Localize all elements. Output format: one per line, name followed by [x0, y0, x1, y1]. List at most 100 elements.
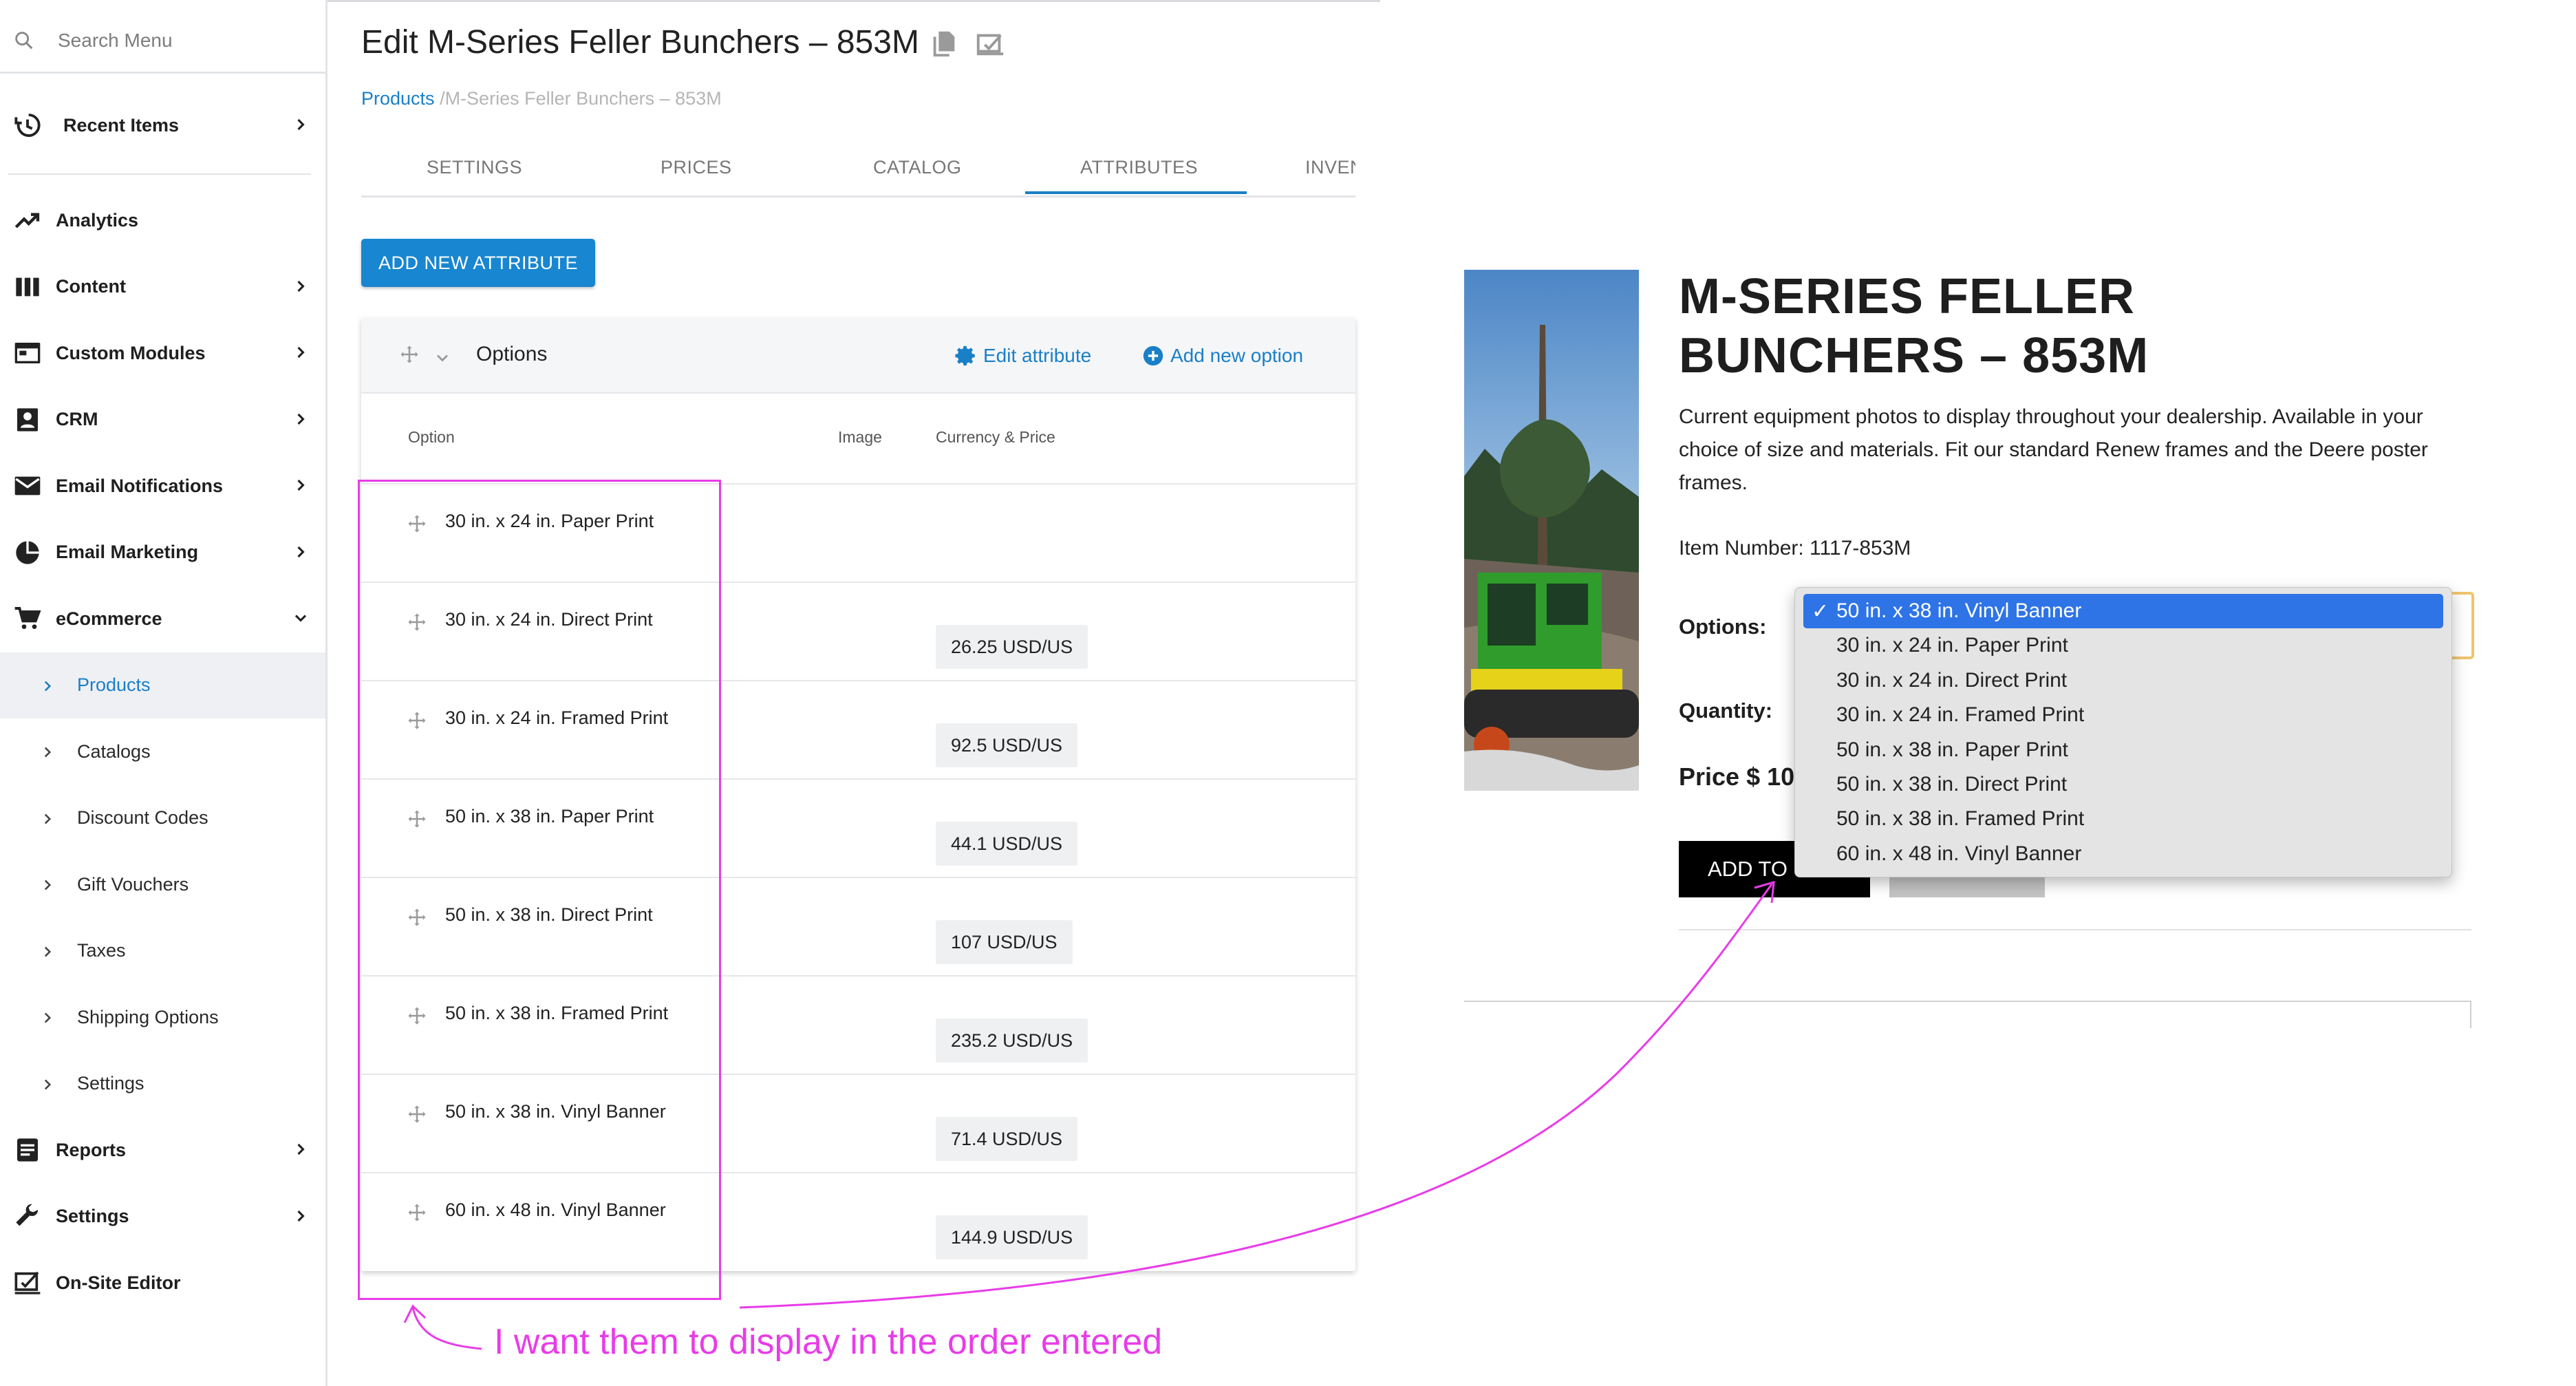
- drag-handle-icon[interactable]: [399, 344, 420, 365]
- dropdown-option-label: 50 in. x 38 in. Vinyl Banner: [1836, 599, 2082, 622]
- feller-buncher-photo: [1464, 270, 1639, 791]
- product-image: [1464, 270, 1639, 791]
- sidebar-subitem-label: Discount Codes: [77, 807, 208, 828]
- sidebar: Recent Items Analytics Content Custom Modu…: [0, 0, 328, 1386]
- chevron-right-icon: [297, 346, 305, 359]
- option-price: 26.25 USD/US: [936, 625, 1088, 669]
- sidebar-item-label: CRM: [56, 409, 98, 429]
- sidebar-item-label: Email Notifications: [56, 475, 224, 496]
- dropdown-option-label: 30 in. x 24 in. Direct Print: [1836, 668, 2068, 692]
- trending-up-icon: [14, 213, 40, 228]
- modules-icon: [14, 343, 41, 363]
- sidebar-subitem-settings[interactable]: Settings: [0, 1051, 325, 1117]
- chevron-right-icon: [44, 1012, 52, 1023]
- chevron-right-icon: [297, 118, 305, 131]
- dropdown-option[interactable]: 50 in. x 38 in. Framed Print: [1803, 802, 2443, 836]
- sidebar-item-reports[interactable]: Reports: [0, 1117, 325, 1183]
- gear-icon: [955, 345, 975, 366]
- chevron-right-icon: [297, 546, 305, 557]
- sidebar-subitem-label: Settings: [77, 1073, 144, 1094]
- annotation-curl-line: [411, 1307, 482, 1350]
- sidebar-item-settings[interactable]: Settings: [0, 1184, 325, 1250]
- dropdown-option[interactable]: 30 in. x 24 in. Framed Print: [1803, 698, 2443, 732]
- tab-settings[interactable]: SETTINGS: [427, 157, 522, 178]
- chevron-right-icon: [297, 479, 305, 491]
- preview-icon[interactable]: [974, 28, 1006, 59]
- sidebar-subitem-taxes[interactable]: Taxes: [0, 918, 325, 984]
- copy-icon[interactable]: [928, 28, 960, 59]
- sidebar-subitem-label: Catalogs: [77, 740, 151, 762]
- sidebar-item-email-notifications[interactable]: Email Notifications: [0, 453, 325, 519]
- columns-icon: [16, 277, 39, 296]
- dropdown-option-label: 30 in. x 24 in. Paper Print: [1836, 634, 2068, 657]
- sidebar-item-crm[interactable]: CRM: [0, 387, 325, 453]
- divider: [1679, 929, 2471, 930]
- column-header-currency-price: Currency & Price: [936, 428, 1055, 446]
- sidebar-subitem-products[interactable]: Products: [0, 652, 325, 718]
- sidebar-item-analytics[interactable]: Analytics: [0, 187, 325, 253]
- breadcrumb-products-link[interactable]: Products: [361, 88, 435, 109]
- add-new-attribute-button[interactable]: ADD NEW ATTRIBUTE: [361, 239, 595, 287]
- chevron-down-icon[interactable]: [433, 348, 452, 367]
- dropdown-option[interactable]: 60 in. x 48 in. Vinyl Banner: [1803, 837, 2443, 871]
- sidebar-item-ecommerce[interactable]: eCommerce: [0, 586, 325, 652]
- sidebar-item-email-marketing[interactable]: Email Marketing: [0, 520, 325, 586]
- product-title: M-SERIES FELLER BUNCHERS – 853M: [1679, 269, 2149, 383]
- annotation-highlight-box: [358, 480, 721, 1300]
- dropdown-option-label: 60 in. x 48 in. Vinyl Banner: [1836, 842, 2082, 865]
- dropdown-option[interactable]: ✓ 50 in. x 38 in. Vinyl Banner: [1803, 594, 2443, 628]
- editor-tabs: SETTINGS PRICES CATALOG ATTRIBUTES INVEN: [361, 140, 1355, 198]
- dropdown-option[interactable]: 50 in. x 38 in. Paper Print: [1803, 733, 2443, 767]
- tab-inventory[interactable]: INVEN: [1305, 157, 1355, 178]
- sidebar-item-custom-modules[interactable]: Custom Modules: [0, 320, 325, 386]
- option-price: 71.4 USD/US: [936, 1117, 1078, 1161]
- sidebar-subitem-gift-vouchers[interactable]: Gift Vouchers: [0, 851, 325, 917]
- sidebar-item-label: Reports: [56, 1139, 127, 1160]
- sidebar-item-label: Email Marketing: [56, 542, 199, 562]
- tab-catalog[interactable]: CATALOG: [873, 157, 962, 178]
- history-icon: [14, 114, 41, 137]
- divider-edge: [2470, 1001, 2471, 1028]
- options-dropdown: ✓ 50 in. x 38 in. Vinyl Banner 30 in. x 24…: [1794, 587, 2452, 877]
- sidebar-item-content[interactable]: Content: [0, 254, 325, 320]
- sidebar-subitem-shipping-options[interactable]: Shipping Options: [0, 984, 325, 1050]
- annotation-text: I want them to display in the order ente…: [494, 1322, 1163, 1362]
- option-price: 107 USD/US: [936, 920, 1073, 964]
- dropdown-option[interactable]: 30 in. x 24 in. Paper Print: [1803, 628, 2443, 663]
- page-title: Edit M-Series Feller Bunchers – 853M: [361, 24, 919, 61]
- sidebar-item-on-site-editor[interactable]: On-Site Editor: [0, 1250, 325, 1316]
- sidebar-item-label: Settings: [56, 1206, 129, 1226]
- sidebar-subitem-catalogs[interactable]: Catalogs: [0, 718, 325, 785]
- search-menu: [0, 0, 325, 74]
- sidebar-subitem-discount-codes[interactable]: Discount Codes: [0, 785, 325, 851]
- dropdown-option-label: 50 in. x 38 in. Framed Print: [1836, 807, 2085, 831]
- column-header-image: Image: [838, 428, 882, 446]
- attribute-name: Options: [476, 343, 548, 365]
- add-new-option-button[interactable]: Add new option: [1141, 344, 1303, 367]
- sidebar-item-label: Custom Modules: [56, 342, 206, 363]
- option-price: 235.2 USD/US: [936, 1019, 1088, 1063]
- tab-prices[interactable]: PRICES: [661, 157, 732, 178]
- chevron-right-icon: [44, 946, 52, 957]
- active-tab-indicator: [1025, 191, 1247, 194]
- sidebar-item-label: eCommerce: [56, 608, 162, 629]
- sidebar-item-recent-items[interactable]: Recent Items: [0, 92, 325, 158]
- edit-attribute-button[interactable]: Edit attribute: [954, 344, 1091, 367]
- sidebar-subitem-label: Shipping Options: [77, 1006, 219, 1027]
- add-circle-icon: [1143, 345, 1163, 366]
- divider: [1464, 1001, 2471, 1002]
- cart-icon: [14, 607, 41, 629]
- tab-attributes[interactable]: ATTRIBUTES: [1080, 157, 1198, 178]
- breadcrumb-current: /M-Series Feller Bunchers – 853M: [434, 88, 722, 109]
- chevron-right-icon: [44, 879, 52, 891]
- chevron-right-icon: [44, 681, 52, 691]
- column-header-option: Option: [408, 428, 455, 446]
- chevron-down-icon: [294, 615, 307, 622]
- dropdown-option[interactable]: 50 in. x 38 in. Direct Print: [1803, 767, 2443, 802]
- quantity-label: Quantity:: [1679, 699, 1773, 723]
- dropdown-option[interactable]: 30 in. x 24 in. Direct Print: [1803, 663, 2443, 698]
- chevron-right-icon: [44, 747, 52, 758]
- option-price: 44.1 USD/US: [936, 822, 1078, 866]
- search-menu-input[interactable]: [56, 25, 307, 56]
- sidebar-item-label: On-Site Editor: [56, 1272, 181, 1293]
